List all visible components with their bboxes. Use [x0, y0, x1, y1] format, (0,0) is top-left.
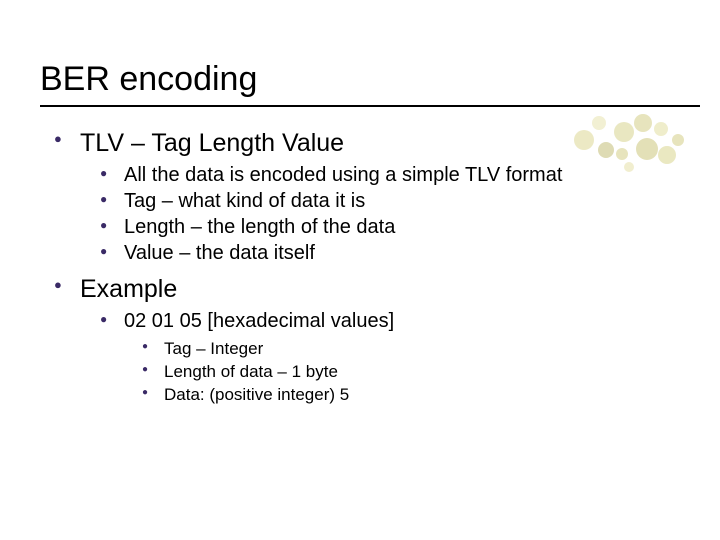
list-item-text: All the data is encoded using a simple T… — [124, 164, 562, 186]
sub-sub-list: Tag – Integer Length of data – 1 byte Da… — [124, 339, 680, 405]
list-item-text: Data: (positive integer) 5 — [164, 385, 349, 404]
list-item: Length – the length of the data — [80, 216, 680, 239]
list-item-text: Example — [80, 275, 177, 303]
list-item: Data: (positive integer) 5 — [124, 385, 680, 405]
bullet-list: TLV – Tag Length Value All the data is e… — [40, 129, 680, 405]
sub-list: All the data is encoded using a simple T… — [80, 164, 680, 265]
list-item-text: 02 01 05 [hexadecimal values] — [124, 310, 394, 332]
list-item-text: Tag – what kind of data it is — [124, 190, 365, 212]
list-item: Length of data – 1 byte — [124, 362, 680, 382]
slide-title: BER encoding — [40, 60, 680, 99]
list-item-text: Length of data – 1 byte — [164, 362, 338, 381]
list-item: Example 02 01 05 [hexadecimal values] Ta… — [40, 275, 680, 405]
sub-list: 02 01 05 [hexadecimal values] Tag – Inte… — [80, 310, 680, 405]
list-item: 02 01 05 [hexadecimal values] Tag – Inte… — [80, 310, 680, 405]
list-item-text: TLV – Tag Length Value — [80, 129, 344, 157]
list-item: Value – the data itself — [80, 242, 680, 265]
slide: BER encoding TLV – Tag Length Value All … — [0, 0, 720, 540]
list-item: TLV – Tag Length Value All the data is e… — [40, 129, 680, 265]
list-item-text: Tag – Integer — [164, 339, 263, 358]
list-item-text: Length – the length of the data — [124, 216, 395, 238]
list-item-text: Value – the data itself — [124, 242, 315, 264]
title-underline — [40, 105, 700, 107]
list-item: Tag – Integer — [124, 339, 680, 359]
list-item: Tag – what kind of data it is — [80, 190, 680, 213]
list-item: All the data is encoded using a simple T… — [80, 164, 680, 187]
